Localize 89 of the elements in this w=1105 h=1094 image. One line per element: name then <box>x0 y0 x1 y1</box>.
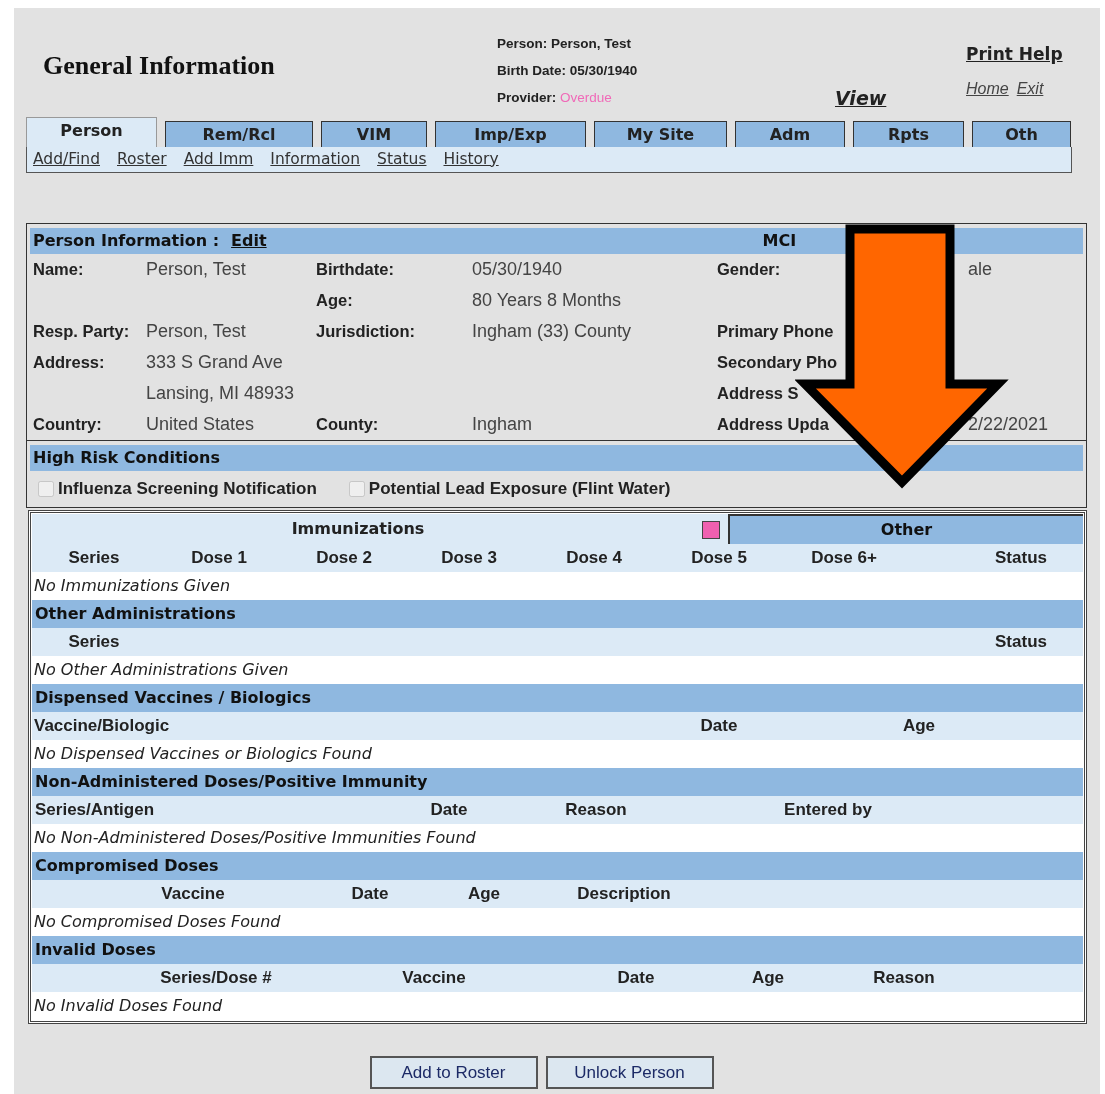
column-header: Age <box>901 715 937 738</box>
column-header: Dose 4 <box>565 547 623 570</box>
tab[interactable]: My Site <box>594 121 727 147</box>
field-label: Address: <box>33 352 106 374</box>
section-title: Other Administrations <box>35 603 236 625</box>
column-header: Age <box>466 883 502 906</box>
provider-status: Overdue <box>560 90 612 105</box>
home-link[interactable]: Home <box>966 79 1009 97</box>
column-header: Description <box>576 883 672 906</box>
tab[interactable]: Person <box>26 117 157 147</box>
nav-link[interactable]: History <box>443 147 499 172</box>
column-header: Date <box>699 715 739 738</box>
field-label: Jurisdiction: <box>316 321 416 343</box>
checkbox-label: Potential Lead Exposure (Flint Water) <box>368 478 671 501</box>
section-title: Dispensed Vaccines / Biologics <box>35 687 311 709</box>
field-label: Country: <box>33 414 103 436</box>
provider-label: Provider: <box>497 90 557 105</box>
field-value: Ingham <box>472 413 533 436</box>
field-label: Birthdate: <box>316 259 395 281</box>
column-header: Status <box>994 547 1048 570</box>
column-header: Dose 5 <box>690 547 748 570</box>
column-header: Reason <box>564 799 628 822</box>
nav-link[interactable]: Information <box>270 147 361 172</box>
field-label: Primary Phone <box>717 321 835 343</box>
nav-link[interactable]: Add/Find <box>33 147 100 172</box>
column-header: Vaccine <box>401 967 467 990</box>
tab[interactable]: Rpts <box>853 121 964 147</box>
field-value: 05/30/1940 <box>472 258 563 281</box>
view-link[interactable]: View <box>835 84 887 113</box>
color-swatch <box>702 521 720 539</box>
section-title: High Risk Conditions <box>33 447 220 469</box>
field-label: Gender: <box>717 259 782 281</box>
field-label: Name: <box>33 259 85 281</box>
field-label: Resp. Party: <box>33 321 131 343</box>
column-header: Date <box>616 967 656 990</box>
button[interactable]: Unlock Person <box>545 1056 714 1089</box>
column-header: Reason <box>872 967 936 990</box>
column-header: Dose 3 <box>440 547 498 570</box>
column-header: Vaccine <box>160 883 226 906</box>
exit-link[interactable]: Exit <box>1016 79 1044 97</box>
section-title: Invalid Doses <box>35 939 156 961</box>
section-title: Person Information : <box>33 230 220 252</box>
section-title: Compromised Doses <box>35 855 219 877</box>
page-title: General Information <box>43 51 275 80</box>
tab[interactable]: Oth <box>972 121 1071 147</box>
column-header: Entered by <box>783 799 873 822</box>
column-header: Age <box>750 967 786 990</box>
birth-date-text: Birth Date: 05/30/1940 <box>497 62 639 80</box>
column-header: Date <box>429 799 469 822</box>
column-header: Series <box>67 547 121 570</box>
print-help-link[interactable]: Print Help <box>966 42 1063 68</box>
tab[interactable]: Adm <box>735 121 845 147</box>
field-label: Address S <box>717 383 800 405</box>
button[interactable]: Add to Roster <box>369 1056 538 1089</box>
column-header: Dose 1 <box>190 547 248 570</box>
field-value: ale <box>968 258 993 281</box>
person-text: Person: Person, Test <box>497 35 633 53</box>
field-value: 80 Years 8 Months <box>472 289 622 312</box>
column-header: Dose 6+ <box>810 547 878 570</box>
field-value: 333 S Grand Ave <box>146 351 283 374</box>
field-value: Person, Test <box>146 258 246 281</box>
edit-link[interactable]: Edit <box>231 229 267 253</box>
field-value: Lansing, MI 48933 <box>146 382 295 405</box>
column-header: Series <box>67 631 121 654</box>
field-label: County: <box>316 414 380 436</box>
field-label: MCI <box>762 230 797 252</box>
column-header: Date <box>350 883 390 906</box>
tab[interactable]: Imp/Exp <box>435 121 586 147</box>
field-label: Secondary Pho <box>717 352 839 374</box>
field-label: Address Upda <box>717 414 830 436</box>
field-value: United States <box>146 413 255 436</box>
tab[interactable]: Rem/Rcl <box>165 121 313 147</box>
checkbox-label: Influenza Screening Notification <box>58 478 317 501</box>
column-header: Vaccine/Biologic <box>34 715 171 738</box>
nav-link[interactable]: Roster <box>117 147 167 172</box>
column-header: Series/Antigen <box>35 799 156 822</box>
nav-link[interactable]: Add Imm <box>183 147 254 172</box>
section-title: Non-Administered Doses/Positive Immunity <box>35 771 428 793</box>
field-value: 2/22/2021 <box>968 413 1049 436</box>
tab[interactable]: VIM <box>321 121 427 147</box>
field-value: Person, Test <box>146 320 246 343</box>
column-header: Status <box>994 631 1048 654</box>
section-title: Immunizations <box>291 519 425 538</box>
field-value: Ingham (33) County <box>472 320 632 343</box>
nav-link[interactable]: Status <box>377 147 427 172</box>
field-label: Age: <box>316 290 354 312</box>
column-header: Dose 2 <box>315 547 373 570</box>
column-header: Series/Dose # <box>159 967 273 990</box>
other-tab[interactable]: Other <box>728 514 1083 544</box>
